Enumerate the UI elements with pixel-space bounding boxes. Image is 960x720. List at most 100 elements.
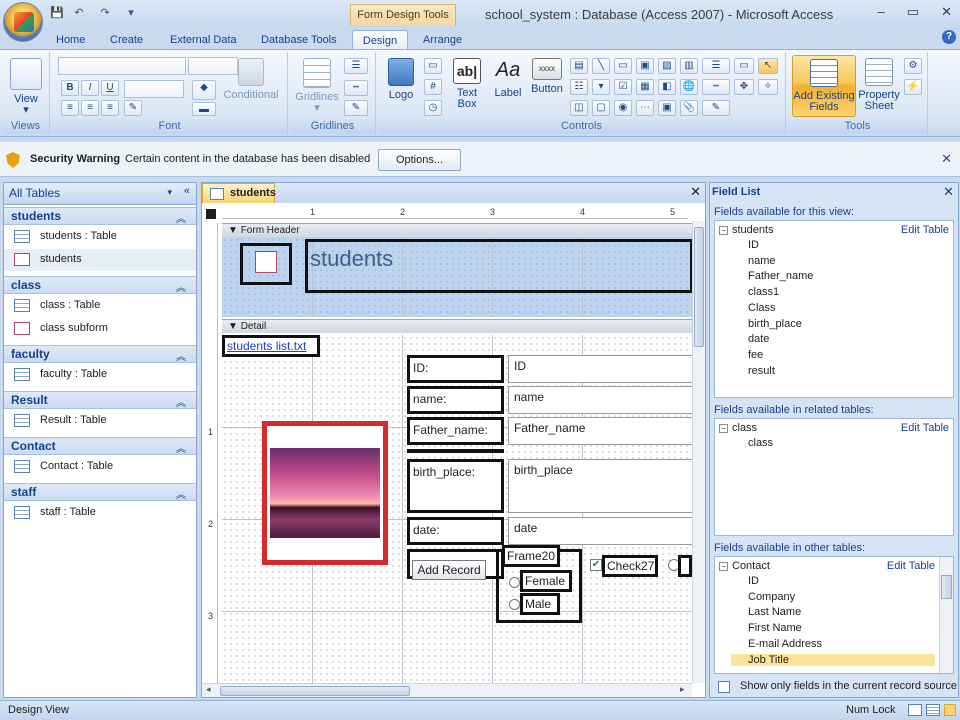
detail-header-bar[interactable]: ▼ Detail bbox=[222, 319, 692, 333]
option-button-icon[interactable]: ◉ bbox=[614, 100, 632, 116]
collapse-group-icon[interactable]: ︽ bbox=[176, 440, 186, 455]
set-control-defaults-icon[interactable]: ✥ bbox=[734, 79, 754, 95]
field-item[interactable]: result bbox=[748, 365, 775, 377]
button-button[interactable]: xxxx Button bbox=[528, 58, 566, 95]
chart-control-icon[interactable]: ▥ bbox=[680, 58, 698, 74]
align-center-icon[interactable]: ≡ bbox=[81, 100, 99, 116]
unbound-frame-icon[interactable]: ▢ bbox=[592, 100, 610, 116]
nav-item-students-table[interactable]: students : Table bbox=[4, 226, 196, 248]
security-options-button[interactable]: Options... bbox=[378, 149, 461, 171]
textbox-birth-place[interactable]: birth_place bbox=[508, 459, 694, 513]
format-painter-icon[interactable]: ✎ bbox=[124, 100, 142, 116]
layout-view-icon[interactable] bbox=[926, 704, 940, 716]
gridlines-button[interactable]: Gridlines ▾ bbox=[292, 58, 342, 114]
image-control[interactable] bbox=[262, 421, 388, 565]
horizontal-scrollbar[interactable]: ◂ ▸ bbox=[202, 683, 692, 697]
font-name-dropdown[interactable] bbox=[58, 57, 186, 75]
field-item[interactable]: ID bbox=[748, 575, 759, 587]
undo-icon[interactable]: ↶ bbox=[70, 5, 88, 21]
edit-table-link[interactable]: Edit Table bbox=[901, 422, 949, 434]
attachment-icon[interactable]: 📎 bbox=[680, 100, 698, 116]
field-item[interactable]: name bbox=[748, 255, 776, 267]
form-view-icon[interactable] bbox=[908, 704, 922, 716]
special-effect-icon[interactable]: ▭ bbox=[734, 58, 754, 74]
label-button[interactable]: Aa Label bbox=[490, 58, 526, 99]
view-button[interactable]: View ▾ bbox=[8, 58, 44, 116]
line-thickness-icon[interactable]: ☰ bbox=[344, 58, 368, 74]
field-item[interactable]: E-mail Address bbox=[748, 638, 822, 650]
edit-table-link[interactable]: Edit Table bbox=[887, 560, 935, 572]
office-button[interactable] bbox=[3, 2, 43, 42]
nav-item-staff-table[interactable]: staff : Table bbox=[4, 502, 196, 524]
nav-item-class-subform[interactable]: class subform bbox=[4, 318, 196, 340]
label-name-box[interactable]: name: bbox=[407, 386, 504, 414]
nav-item-faculty-table[interactable]: faculty : Table bbox=[4, 364, 196, 386]
show-only-current-link[interactable]: Show only fields in the current record s… bbox=[710, 679, 958, 697]
this-view-table[interactable]: students bbox=[732, 224, 774, 236]
label-birth-place-box[interactable]: birth_place: bbox=[407, 459, 504, 513]
field-item[interactable]: ID bbox=[748, 239, 759, 251]
other-scroll-thumb[interactable] bbox=[941, 575, 952, 599]
convert-macros-icon[interactable]: ⚡ bbox=[904, 79, 922, 95]
tab-database-tools[interactable]: Database Tools bbox=[255, 30, 343, 50]
italic-button[interactable]: I bbox=[81, 80, 99, 96]
check-label-box[interactable]: Check27 bbox=[602, 555, 658, 577]
toggle-button-icon[interactable]: ▣ bbox=[636, 58, 654, 74]
other-table[interactable]: Contact bbox=[732, 560, 770, 572]
image-control-icon[interactable]: ▨ bbox=[658, 58, 676, 74]
header-title-box[interactable]: students bbox=[305, 239, 693, 293]
field-item[interactable]: fee bbox=[748, 349, 763, 361]
scroll-right-icon[interactable]: ▸ bbox=[680, 684, 685, 695]
align-right-icon[interactable]: ≡ bbox=[101, 100, 119, 116]
tab-create[interactable]: Create bbox=[104, 30, 149, 50]
field-item[interactable]: Class bbox=[748, 302, 776, 314]
underline-button[interactable]: U bbox=[101, 80, 119, 96]
line-thickness-ctrl-icon[interactable]: ☰ bbox=[702, 58, 730, 74]
tab-external-data[interactable]: External Data bbox=[164, 30, 243, 50]
line-type-ctrl-icon[interactable]: ┅ bbox=[702, 79, 730, 95]
combo-box-icon[interactable]: ▾ bbox=[592, 79, 610, 95]
textbox-father-name[interactable]: Father_name bbox=[508, 417, 694, 445]
label-father-name-box[interactable]: Father_name: bbox=[407, 417, 504, 445]
select-pointer-icon[interactable]: ↖ bbox=[758, 58, 778, 74]
nav-group-students[interactable]: students ︽ bbox=[4, 207, 196, 225]
page-break-icon[interactable]: ⋯ bbox=[636, 100, 654, 116]
nav-header[interactable]: All Tables ▾ « bbox=[4, 183, 196, 205]
tab-design[interactable]: Design bbox=[352, 30, 408, 50]
textbox-id[interactable]: ID bbox=[508, 355, 694, 383]
redo-icon[interactable]: ↷ bbox=[92, 5, 118, 21]
bold-button[interactable]: B bbox=[61, 80, 79, 96]
collapse-icon[interactable]: − bbox=[719, 562, 728, 571]
textbox-date[interactable]: date bbox=[508, 517, 694, 545]
nav-group-class[interactable]: class ︽ bbox=[4, 276, 196, 294]
frame-label-box[interactable]: Frame20 bbox=[502, 545, 560, 567]
conditional-button[interactable]: Conditional bbox=[220, 58, 282, 101]
title-control-icon[interactable]: ▭ bbox=[424, 58, 442, 74]
tab-control-icon[interactable]: ▤ bbox=[570, 58, 588, 74]
nav-group-faculty[interactable]: faculty ︽ bbox=[4, 345, 196, 363]
nav-dropdown-icon[interactable]: ▾ bbox=[167, 187, 172, 198]
design-view-icon[interactable] bbox=[944, 704, 956, 716]
field-item[interactable]: Father_name bbox=[748, 270, 813, 282]
tab-home[interactable]: Home bbox=[50, 30, 91, 50]
male-radio[interactable] bbox=[509, 599, 520, 610]
fill-color-icon[interactable]: ◆ bbox=[192, 80, 216, 100]
maximize-button[interactable]: ▭ bbox=[907, 4, 919, 20]
nav-group-staff[interactable]: staff ︽ bbox=[4, 483, 196, 501]
collapse-group-icon[interactable]: ︽ bbox=[176, 348, 186, 363]
nav-item-students[interactable]: students bbox=[4, 249, 196, 271]
nav-item-contact-table[interactable]: Contact : Table bbox=[4, 456, 196, 478]
form-header-bar[interactable]: ▼ Form Header bbox=[222, 223, 692, 237]
object-frame-icon[interactable]: ◧ bbox=[658, 79, 676, 95]
horizontal-scroll-thumb[interactable] bbox=[220, 686, 410, 696]
page-number-icon[interactable]: # bbox=[424, 79, 442, 95]
font-color-dropdown[interactable] bbox=[124, 80, 184, 98]
field-item[interactable]: Last Name bbox=[748, 606, 801, 618]
students-list-hyperlink[interactable]: students list.txt bbox=[227, 339, 306, 353]
collapse-icon[interactable]: − bbox=[719, 226, 728, 235]
female-radio[interactable] bbox=[509, 577, 520, 588]
nav-group-result[interactable]: Result ︽ bbox=[4, 391, 196, 409]
line-color-ctrl-icon[interactable]: ✎ bbox=[702, 100, 730, 116]
hyperlink-box[interactable]: students list.txt bbox=[222, 335, 320, 357]
scroll-left-icon[interactable]: ◂ bbox=[206, 684, 211, 695]
